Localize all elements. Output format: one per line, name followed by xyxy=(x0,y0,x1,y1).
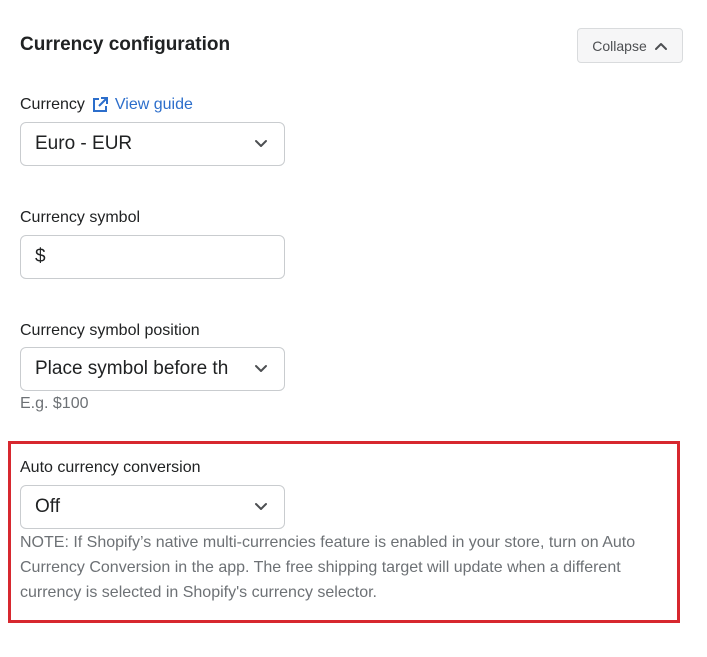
currency-configuration-page: Currency configuration Collapse Currency… xyxy=(0,0,707,657)
currency-symbol-input[interactable]: $ xyxy=(20,235,285,279)
chevron-down-icon xyxy=(255,140,267,147)
auto-conversion-select[interactable]: Off xyxy=(20,485,285,529)
view-guide-label: View guide xyxy=(114,96,193,113)
chevron-up-icon xyxy=(654,42,667,50)
collapse-button[interactable]: Collapse xyxy=(577,28,683,63)
view-guide-link[interactable]: View guide xyxy=(91,96,193,114)
currency-select[interactable]: Euro - EUR xyxy=(20,122,285,166)
auto-conversion-value: Off xyxy=(35,496,60,517)
currency-symbol-value: $ xyxy=(35,246,46,267)
currency-label-row: Currency View guide xyxy=(20,96,193,114)
section-title: Currency configuration xyxy=(20,34,231,55)
symbol-position-select[interactable]: Place symbol before th xyxy=(20,347,285,391)
symbol-position-help: E.g. $100 xyxy=(20,395,89,412)
symbol-position-value: Place symbol before th xyxy=(35,358,229,379)
auto-conversion-note: NOTE: If Shopify’s native multi-currenci… xyxy=(20,534,636,601)
currency-symbol-label: Currency symbol xyxy=(20,209,141,226)
auto-conversion-label: Auto currency conversion xyxy=(20,459,201,476)
currency-label: Currency xyxy=(20,96,85,113)
chevron-down-icon xyxy=(255,365,267,372)
symbol-position-label: Currency symbol position xyxy=(20,322,200,339)
currency-select-value: Euro - EUR xyxy=(35,133,133,154)
collapse-label: Collapse xyxy=(592,37,647,54)
chevron-down-icon xyxy=(255,503,267,510)
external-link-icon xyxy=(92,97,108,112)
